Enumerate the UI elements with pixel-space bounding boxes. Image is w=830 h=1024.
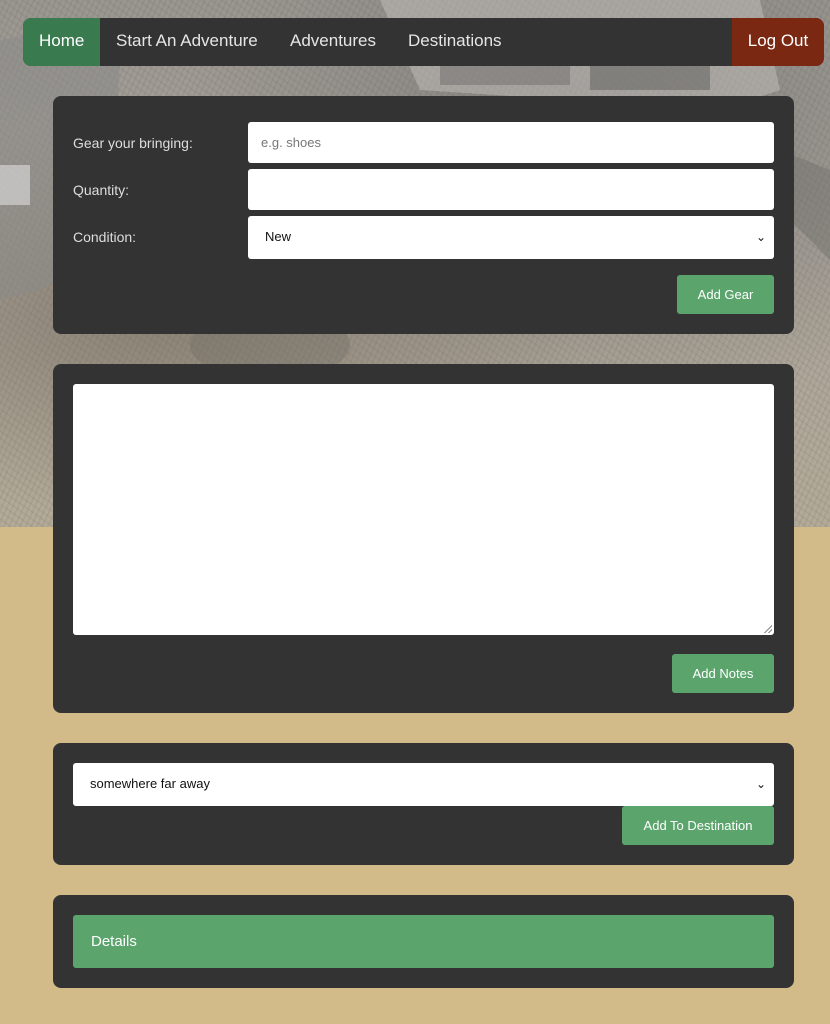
condition-select[interactable]: New ⌄ [248, 216, 774, 259]
logout-button[interactable]: Log Out [732, 18, 824, 66]
gear-form-card: Gear your bringing: Quantity: Condition:… [53, 96, 794, 334]
destination-select[interactable]: somewhere far away ⌄ [73, 763, 774, 806]
chevron-down-icon: ⌄ [755, 230, 766, 244]
nav-home-link[interactable]: Home [23, 18, 101, 66]
resize-handle-icon[interactable] [764, 625, 772, 633]
destination-selected-value: somewhere far away [90, 776, 210, 791]
details-card: Details [53, 895, 794, 988]
notes-form-card: Add Notes [53, 364, 794, 713]
condition-label: Condition: [73, 229, 137, 245]
condition-selected-value: New [265, 229, 292, 244]
details-header[interactable]: Details [73, 915, 774, 968]
quantity-input[interactable] [248, 169, 774, 210]
add-notes-button[interactable]: Add Notes [672, 654, 774, 693]
gear-input[interactable] [248, 122, 774, 163]
add-to-destination-button[interactable]: Add To Destination [622, 806, 774, 845]
chevron-down-icon: ⌄ [755, 777, 766, 791]
nav-destinations-link[interactable]: Destinations [392, 18, 518, 66]
notes-textarea[interactable] [73, 384, 774, 635]
nav-start-adventure-link[interactable]: Start An Adventure [100, 18, 274, 66]
top-navbar: Home Start An Adventure Adventures Desti… [23, 18, 824, 66]
nav-adventures-link[interactable]: Adventures [274, 18, 392, 66]
quantity-label: Quantity: [73, 182, 130, 198]
add-gear-button[interactable]: Add Gear [677, 275, 774, 314]
destination-form-card: somewhere far away ⌄ Add To Destination [53, 743, 794, 865]
gear-label: Gear your bringing: [73, 135, 193, 151]
